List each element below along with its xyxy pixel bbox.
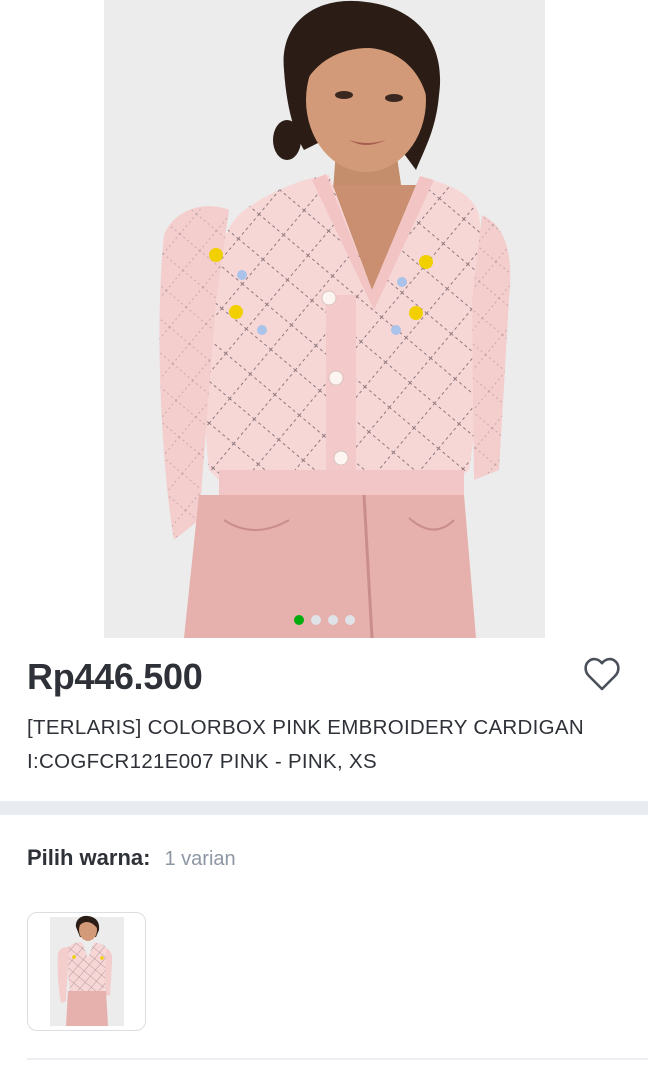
carousel-dot[interactable] — [310, 615, 321, 625]
product-image-gallery[interactable] — [0, 0, 648, 638]
carousel-dot-active[interactable] — [293, 615, 304, 625]
variant-thumbnail-image — [50, 915, 124, 1026]
product-photo[interactable] — [104, 0, 545, 638]
wishlist-button[interactable] — [578, 650, 626, 698]
carousel-dot[interactable] — [344, 615, 355, 625]
section-divider — [0, 801, 648, 815]
product-title: [TERLARIS] COLORBOX PINK EMBROIDERY CARD… — [27, 716, 584, 773]
variant-count: 1 varian — [164, 848, 236, 870]
carousel-dot[interactable] — [327, 615, 338, 625]
product-price: Rp446.500 — [27, 656, 203, 697]
heart-outline-icon — [584, 657, 620, 691]
variant-option-pink[interactable] — [27, 912, 146, 1031]
variant-label: Pilih warna: — [27, 845, 151, 870]
section-divider — [27, 1058, 648, 1060]
variant-header: Pilih warna: 1 varian — [27, 845, 236, 877]
carousel-indicator — [0, 615, 648, 625]
